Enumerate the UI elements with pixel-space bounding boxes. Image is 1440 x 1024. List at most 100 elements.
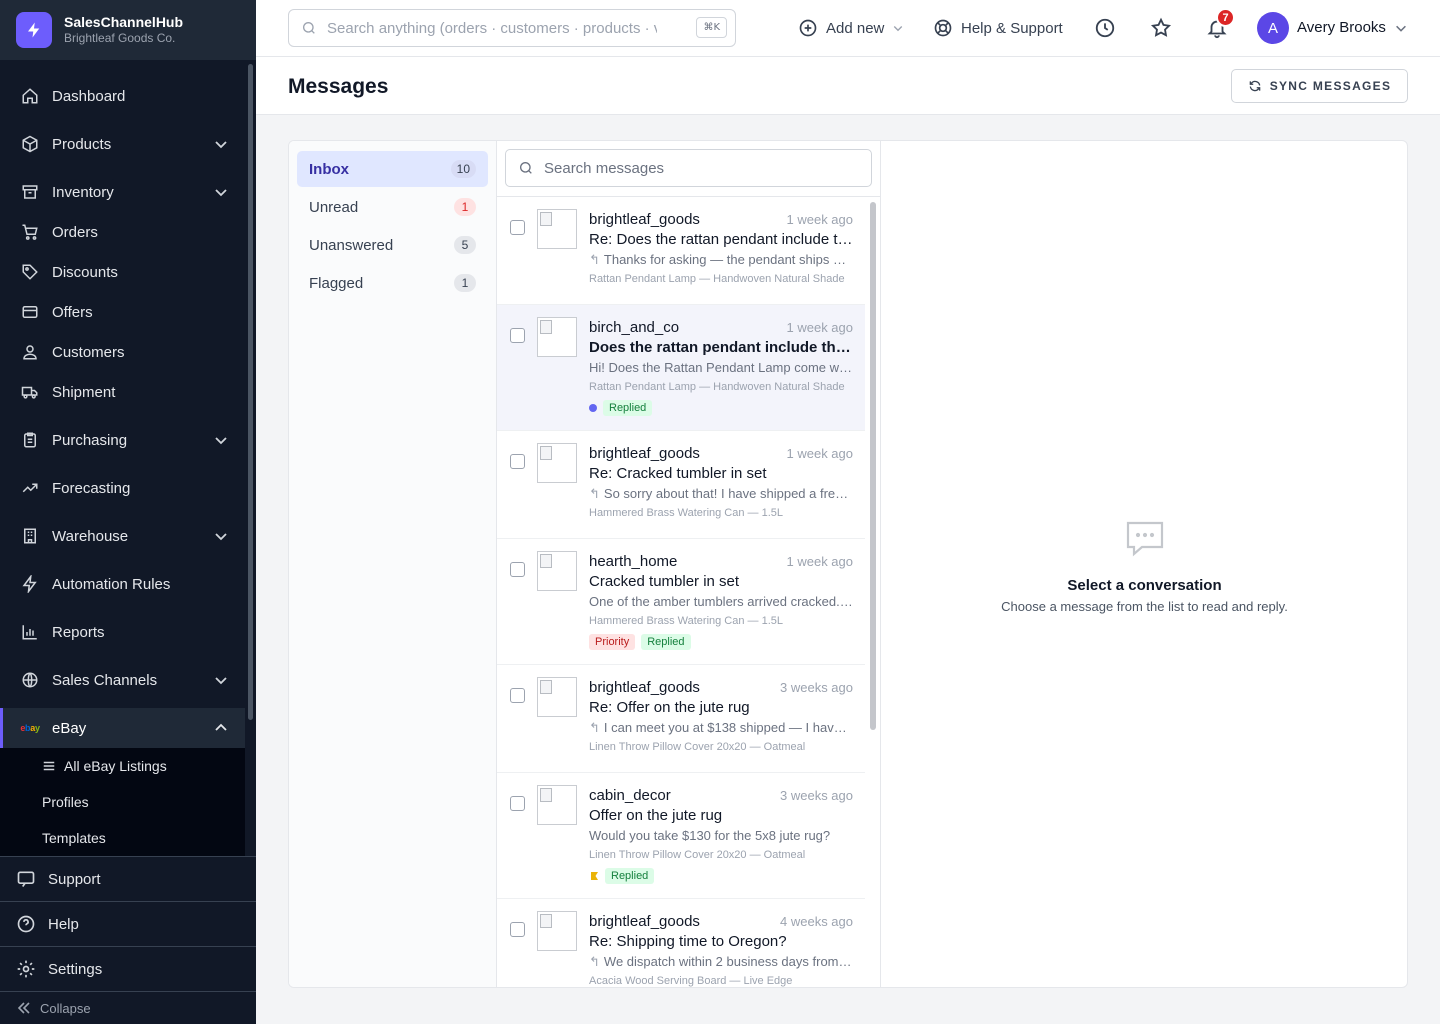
clock-icon[interactable] [1093,16,1117,40]
unread-dot-icon [589,404,597,412]
sidebar-subitem-profiles[interactable]: Profiles [0,784,245,820]
bolt-logo-icon [16,12,52,48]
sidebar-item-label: Forecasting [52,479,131,497]
message-subject: Cracked tumbler in set [589,573,740,590]
sidebar-subitem-templates[interactable]: Templates [0,820,245,856]
product-thumbnail [537,209,577,249]
sidebar-item-orders[interactable]: Orders [0,212,245,252]
message-row[interactable]: brightleaf_goods 4 weeks ago Re: Shippin… [497,899,865,987]
sync-messages-button[interactable]: SYNC MESSAGES [1231,69,1408,103]
help-support-button[interactable]: Help & Support [933,14,1063,42]
chat-bubble-icon [1126,521,1164,557]
search-icon [520,162,532,174]
message-tags: Replied [589,400,653,416]
sidebar-subitem-all-ebay-listings[interactable]: All eBay Listings [0,748,245,784]
sidebar-item-automation-rules[interactable]: Automation Rules [0,564,245,604]
sidebar-item-sales-channels[interactable]: Sales Channels [0,660,245,700]
sidebar-item-label: Warehouse [52,527,129,545]
sidebar-item-label: Customers [52,343,125,361]
sidebar-item-reports[interactable]: Reports [0,612,245,652]
message-checkbox[interactable] [510,688,525,703]
sidebar-item-label: Reports [52,623,105,641]
message-list-column: brightleaf_goods 1 week ago Re: Does the… [497,141,881,987]
sidebar-item-offers[interactable]: Offers [0,292,245,332]
message-tags: Replied [589,868,655,884]
folder-unanswered[interactable]: Unanswered 5 [297,227,488,263]
message-time: 3 weeks ago [780,680,853,695]
message-preview: Hi! Does the Rattan Pendant Lamp come wi… [589,360,853,375]
message-tags: Priority Replied [589,634,691,650]
message-checkbox[interactable] [510,220,525,235]
message-checkbox[interactable] [510,454,525,469]
sidebar-item-ebay[interactable]: ebay eBay [0,708,245,748]
sidebar-item-label: Products [52,135,112,153]
folder-flagged[interactable]: Flagged 1 [297,265,488,301]
message-row[interactable]: brightleaf_goods 1 week ago Re: Cracked … [497,431,865,539]
sidebar: SalesChannelHub Brightleaf Goods Co. Das… [0,0,256,1024]
message-checkbox[interactable] [510,328,525,343]
chevron-down-icon [215,677,227,685]
sidebar-help[interactable]: Help [0,901,256,946]
sidebar-item-forecasting[interactable]: Forecasting [0,468,245,508]
sidebar-item-label: Shipment [52,383,116,401]
reply-arrow-icon: ↰ [589,720,600,735]
folder-inbox[interactable]: Inbox 10 [297,151,488,187]
chevron-down-icon [215,437,227,445]
message-time: 1 week ago [786,212,854,227]
message-sender: birch_and_co [589,319,680,336]
message-list-scrollbar[interactable] [870,202,876,730]
sidebar-scrollbar[interactable] [248,64,253,720]
chevron-down-icon [215,533,227,541]
message-time: 4 weeks ago [780,914,853,929]
message-row[interactable]: birch_and_co 1 week ago Does the rattan … [497,305,865,431]
message-checkbox[interactable] [510,562,525,577]
message-subject: Re: Cracked tumbler in set [589,465,767,482]
message-search-input[interactable] [544,159,844,177]
sidebar-item-shipment[interactable]: Shipment [0,372,245,412]
empty-state-title: Select a conversation [1067,577,1222,594]
product-thumbnail [537,911,577,951]
ebay-submenu: All eBay Listings Profiles Templates [0,748,245,856]
sidebar-item-inventory[interactable]: Inventory [0,172,245,212]
message-row[interactable]: hearth_home 1 week ago Cracked tumbler i… [497,539,865,665]
reply-arrow-icon: ↰ [589,954,600,969]
sidebar-item-purchasing[interactable]: Purchasing [0,420,245,460]
notification-badge: 7 [1216,8,1235,27]
bar-chart-icon [20,622,40,642]
global-search-input[interactable] [327,19,657,37]
sidebar-settings[interactable]: Settings [0,946,256,991]
message-row[interactable]: brightleaf_goods 3 weeks ago Re: Offer o… [497,665,865,773]
sidebar-item-warehouse[interactable]: Warehouse [0,516,245,556]
users-icon [20,342,40,362]
sidebar-item-dashboard[interactable]: Dashboard [0,76,245,116]
star-icon[interactable] [1149,16,1173,40]
sidebar-collapse-button[interactable]: Collapse [0,991,256,1024]
user-menu[interactable]: Avery Brooks [1297,19,1408,36]
message-search[interactable] [505,149,872,187]
sidebar-item-label: eBay [52,719,87,737]
add-new-button[interactable]: Add new [798,14,904,42]
message-checkbox[interactable] [510,796,525,811]
sidebar-item-customers[interactable]: Customers [0,332,245,372]
global-search[interactable]: ⌘K [288,9,736,47]
sidebar-support[interactable]: Support [0,856,256,901]
trend-icon [20,478,40,498]
sidebar-item-label: Dashboard [52,87,126,105]
sidebar-item-label: Automation Rules [52,575,171,593]
message-row[interactable]: cabin_decor 3 weeks ago Offer on the jut… [497,773,865,899]
chevron-down-icon [894,26,903,32]
message-checkbox[interactable] [510,922,525,937]
folder-unread[interactable]: Unread 1 [297,189,488,225]
sidebar-item-discounts[interactable]: Discounts [0,252,245,292]
sidebar-item-products[interactable]: Products [0,124,245,164]
message-subject: Re: Does the rattan pendant include the … [589,231,853,248]
sidebar-item-label: Offers [52,303,93,321]
avatar[interactable]: A [1257,12,1289,44]
message-sender: brightleaf_goods [589,679,700,696]
product-thumbnail [537,785,577,825]
message-row[interactable]: brightleaf_goods 1 week ago Re: Does the… [497,197,865,305]
brand[interactable]: SalesChannelHub Brightleaf Goods Co. [0,0,256,60]
message-time: 3 weeks ago [780,788,853,803]
messages-card: Inbox 10 Unread 1 Unanswered 5 Flagged 1… [288,140,1408,988]
message-product: Rattan Pendant Lamp — Handwoven Natural … [589,381,845,393]
